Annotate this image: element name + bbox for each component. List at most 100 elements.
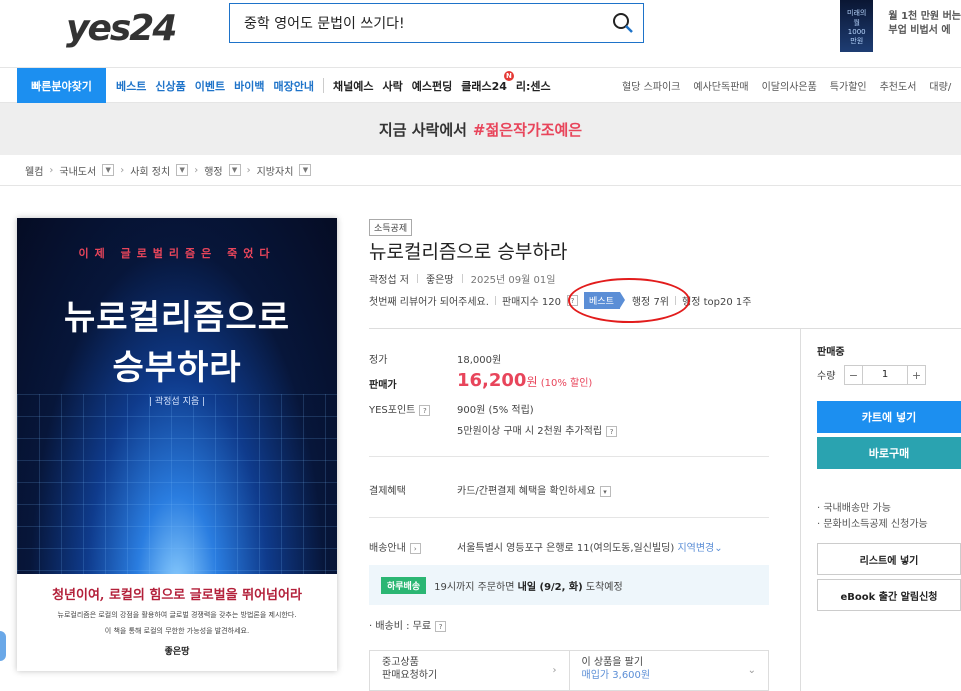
publisher-link[interactable]: 좋은땅: [426, 271, 454, 286]
breadcrumb-home[interactable]: 웰컴: [25, 163, 43, 178]
help-icon[interactable]: ?: [606, 425, 618, 437]
cover-subtitle: 이제 글로벌리즘은 죽었다: [78, 247, 276, 260]
sell-item-button[interactable]: 이 상품을 팔기 매입가 3,600원 ⌄: [568, 651, 769, 690]
breadcrumb: 웰컴 › 국내도서 ▼ › 사회 정치 ▼ › 행정 ▼ › 지방자치 ▼: [25, 160, 312, 180]
tax-deduction-tag: 소득공제: [369, 219, 413, 236]
publish-date: 2025년 09월 01일: [470, 275, 556, 286]
add-to-list-button[interactable]: 리스트에 넣기: [817, 543, 961, 575]
event-banner[interactable]: 지금 사락에서 #젊은작가조예은: [0, 103, 961, 155]
nav-item-class24[interactable]: 클래스24 N: [461, 70, 514, 94]
quantity-input[interactable]: 1: [863, 366, 907, 384]
chevron-down-icon[interactable]: ▼: [228, 164, 241, 176]
chevron-right-icon: ›: [194, 164, 199, 176]
side-panel-divider: [800, 328, 801, 691]
add-to-cart-button[interactable]: 카트에 넣기: [817, 401, 961, 433]
cover-tagline: 청년이여, 로컬의 힘으로 글로벌을 뛰어넘어라: [52, 588, 302, 603]
change-region-link[interactable]: 지역변경: [677, 543, 714, 554]
sale-status: 판매중: [817, 347, 845, 358]
help-icon[interactable]: ?: [435, 620, 447, 632]
nav-item-event[interactable]: 이벤트: [195, 78, 225, 94]
chevron-right-icon: ›: [49, 164, 54, 176]
nav-link-recommend[interactable]: 추천도서: [880, 78, 917, 93]
shipping-fee: · 배송비 : 무료?: [369, 617, 447, 632]
chevron-down-icon[interactable]: ▼: [299, 164, 312, 176]
yes24-logo[interactable]: yes24: [66, 8, 177, 49]
benefit-label: 결제혜택: [369, 486, 406, 497]
sale-price: 16,200원 (10% 할인): [457, 370, 593, 391]
nav-link-gift[interactable]: 이달의사은품: [762, 78, 817, 93]
breadcrumb-item-domestic[interactable]: 국내도서: [59, 163, 96, 178]
breadcrumb-item-politics[interactable]: 사회 정치: [130, 163, 170, 178]
search-bar: [229, 3, 644, 43]
search-input[interactable]: [230, 4, 603, 42]
nav-item-funding[interactable]: 예스펀딩: [412, 78, 452, 94]
nav-item-new[interactable]: 신상품: [155, 78, 185, 94]
sale-price-label: 판매가: [369, 380, 397, 391]
chevron-down-icon[interactable]: ▾: [599, 485, 611, 497]
search-icon: [613, 13, 633, 33]
highlight-annotation: [568, 278, 690, 323]
delivery-address: 서울특별시 영등포구 은행로 11(여의도동,일신빌딩) 지역변경⌄: [457, 543, 723, 554]
delivery-estimate: 하루배송 19시까지 주문하면 내일 (9/2, 화) 도착예정: [369, 565, 769, 605]
ebook-alert-button[interactable]: eBook 출간 알림신청: [817, 579, 961, 611]
quantity-stepper: − 1 +: [844, 365, 926, 385]
cover-publisher: 좋은땅: [164, 647, 190, 657]
used-request-button[interactable]: 중고상품 판매요청하기 ›: [370, 651, 569, 690]
chevron-down-icon[interactable]: ▼: [102, 164, 115, 176]
chevron-right-icon: ›: [552, 665, 557, 676]
quick-category-button[interactable]: 빠른분야찾기: [17, 68, 106, 103]
nav-item-buyback[interactable]: 바이백: [234, 78, 264, 94]
rank-weeks[interactable]: 행정 top20 1주: [682, 293, 751, 308]
nav-link-discount[interactable]: 특가할인: [830, 78, 867, 93]
sales-index: 판매지수 120: [501, 297, 562, 308]
nav-link-blood-sugar[interactable]: 혈당 스파이크: [622, 78, 680, 93]
nav-item-license[interactable]: 리:센스: [516, 78, 551, 94]
nav-link-bulk[interactable]: 대량/: [929, 78, 951, 93]
row-divider: [369, 456, 769, 457]
author-link[interactable]: 곽정섭 저: [369, 271, 409, 286]
chevron-down-icon: ⌄: [747, 665, 756, 676]
breadcrumb-item-local[interactable]: 지방자치: [257, 163, 294, 178]
yes-point-label: YES포인트?: [369, 401, 431, 416]
promo-banner[interactable]: 미래의 월1000만원 월 1천 만원 버는 부업 비법서 에: [840, 0, 961, 52]
nav-secondary: 채널예스 사락 예스펀딩 클래스24 N 리:센스: [333, 68, 551, 103]
increase-quantity-button[interactable]: +: [907, 366, 925, 384]
banner-hashtag: #젊은작가조예은: [472, 120, 583, 139]
nav-item-sarak[interactable]: 사락: [382, 78, 402, 94]
nav-item-channel-yes[interactable]: 채널예스: [333, 78, 373, 94]
cover-description: 이 책을 통해 로컬의 무한한 가능성을 발견하세요.: [104, 627, 250, 635]
chevron-right-icon: ›: [120, 164, 125, 176]
product-title: 뉴로컬리즘으로 승부하라: [369, 241, 568, 263]
nav-link-exclusive[interactable]: 예사단독판매: [693, 78, 748, 93]
quantity-label: 수량: [817, 371, 836, 382]
cover-title: 뉴로컬리즘으로 승부하라: [64, 298, 290, 388]
decrease-quantity-button[interactable]: −: [845, 366, 863, 384]
section-divider: [369, 328, 961, 329]
chevron-down-icon[interactable]: ▼: [176, 164, 189, 176]
culture-deduction-note: · 문화비소득공제 신청가능: [817, 519, 928, 530]
review-link[interactable]: 첫번째 리뷰어가 되어주세요.: [369, 293, 489, 308]
main-nav: 빠른분야찾기 베스트 신상품 이벤트 바이백 매장안내 채널예스 사락 예스펀딩…: [0, 67, 961, 103]
delivery-label: 배송안내 ›: [369, 539, 421, 554]
chevron-right-icon: ›: [246, 164, 251, 176]
benefit-value[interactable]: 카드/간편결제 혜택을 확인하세요 ▾: [457, 482, 611, 497]
cover-description: 뉴로컬리즘은 로컬의 강점을 활용하여 글로벌 경쟁력을 갖추는 방법론을 제시…: [57, 611, 297, 619]
list-price-label: 정가: [369, 355, 388, 366]
new-badge: N: [503, 70, 514, 81]
nav-divider: [323, 78, 324, 93]
nav-item-store[interactable]: 매장안내: [274, 78, 314, 94]
help-icon[interactable]: ?: [419, 404, 431, 416]
nav-item-best[interactable]: 베스트: [116, 78, 146, 94]
discount-rate: (10% 할인): [540, 378, 593, 389]
floating-side-button[interactable]: [0, 631, 6, 661]
promo-book-thumbnail: 미래의 월1000만원: [840, 0, 874, 52]
book-cover[interactable]: 이제 글로벌리즘은 죽었다 뉴로컬리즘으로 승부하라 | 곽정섭 지음 | 청년…: [17, 218, 337, 671]
breadcrumb-item-admin[interactable]: 행정: [204, 163, 222, 178]
promo-text: 월 1천 만원 버는 부업 비법서 에: [888, 11, 961, 36]
search-button[interactable]: [603, 4, 643, 42]
buy-now-button[interactable]: 바로구매: [817, 437, 961, 469]
chevron-right-icon[interactable]: ›: [409, 542, 421, 554]
chevron-down-icon: ⌄: [714, 543, 723, 554]
product-meta: 곽정섭 저 좋은땅 2025년 09월 01일: [369, 271, 555, 286]
product-stats: 첫번째 리뷰어가 되어주세요. 판매지수 120 ? 베스트 행정 7위 행정 …: [369, 292, 751, 309]
